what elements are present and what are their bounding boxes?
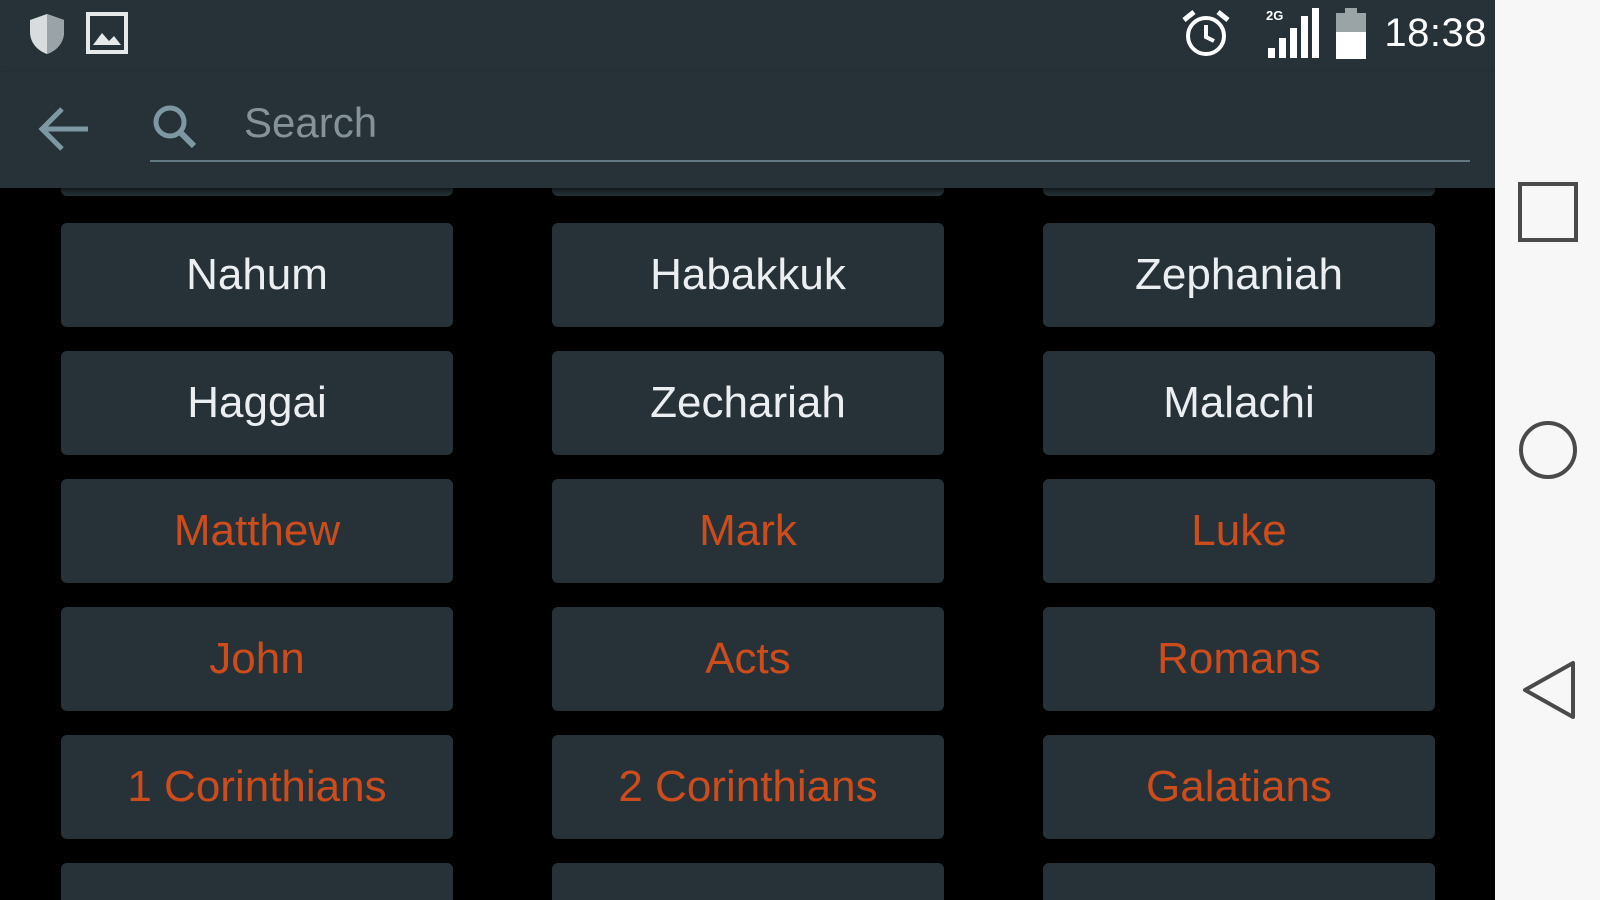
book-label: Haggai <box>187 378 327 427</box>
book-button[interactable]: Luke <box>1043 479 1435 583</box>
book-label: Mark <box>699 506 797 555</box>
search-bar[interactable] <box>150 88 1470 162</box>
book-button[interactable]: Zephaniah <box>1043 223 1435 327</box>
book-button[interactable]: Nahum <box>61 223 453 327</box>
book-button-partial[interactable] <box>1043 188 1435 196</box>
battery-icon <box>1336 8 1366 59</box>
book-button[interactable]: Malachi <box>1043 351 1435 455</box>
book-button-partial[interactable] <box>1043 863 1435 900</box>
book-label: Galatians <box>1146 762 1332 811</box>
book-button-partial[interactable] <box>61 863 453 900</box>
app-screen: 2G 18:38 Search Nahum Habakkuk Zephaniah… <box>0 0 1495 900</box>
back-button[interactable] <box>30 94 100 164</box>
app-bar <box>0 72 1495 188</box>
book-label: John <box>209 634 305 683</box>
status-bar: 2G 18:38 <box>0 0 1495 72</box>
recent-apps-button[interactable] <box>1495 152 1600 272</box>
book-button[interactable]: Habakkuk <box>552 223 944 327</box>
back-nav-icon <box>1522 661 1575 719</box>
clock: 18:38 <box>1384 11 1487 55</box>
alarm-icon <box>1182 10 1230 56</box>
system-nav-bar <box>1495 0 1600 900</box>
book-label: Acts <box>705 634 791 683</box>
shield-icon <box>30 14 64 54</box>
book-grid: Nahum Habakkuk Zephaniah Haggai Zecharia… <box>0 188 1495 900</box>
book-button[interactable]: Haggai <box>61 351 453 455</box>
book-button-partial[interactable] <box>61 188 453 196</box>
back-nav-button[interactable] <box>1495 630 1600 750</box>
image-icon <box>86 12 128 54</box>
book-button[interactable]: Acts <box>552 607 944 711</box>
recent-apps-icon <box>1517 182 1578 242</box>
book-label: Luke <box>1191 506 1287 555</box>
book-button[interactable]: Zechariah <box>552 351 944 455</box>
arrow-left-icon <box>38 107 88 151</box>
book-label: Matthew <box>173 506 341 555</box>
book-button-partial[interactable] <box>552 188 944 196</box>
book-button[interactable]: 1 Corinthians <box>61 735 453 839</box>
book-button-partial[interactable] <box>552 863 944 900</box>
book-label: Romans <box>1157 634 1321 683</box>
book-label: Zephaniah <box>1135 250 1343 299</box>
home-icon <box>1518 421 1577 479</box>
book-button[interactable]: Galatians <box>1043 735 1435 839</box>
book-button[interactable]: John <box>61 607 453 711</box>
signal-icon: 2G <box>1262 6 1322 62</box>
search-icon <box>153 105 197 149</box>
book-button[interactable]: Mark <box>552 479 944 583</box>
book-label: Nahum <box>186 250 328 299</box>
home-button[interactable] <box>1495 390 1600 510</box>
book-label: Malachi <box>1163 378 1315 427</box>
book-button[interactable]: Romans <box>1043 607 1435 711</box>
book-button[interactable]: 2 Corinthians <box>552 735 944 839</box>
search-input[interactable] <box>242 92 1446 154</box>
book-button[interactable]: Matthew <box>61 479 453 583</box>
book-label: Zechariah <box>650 378 846 427</box>
book-label: Habakkuk <box>650 250 846 299</box>
book-label: 2 Corinthians <box>618 762 878 811</box>
book-label: 1 Corinthians <box>127 762 387 811</box>
